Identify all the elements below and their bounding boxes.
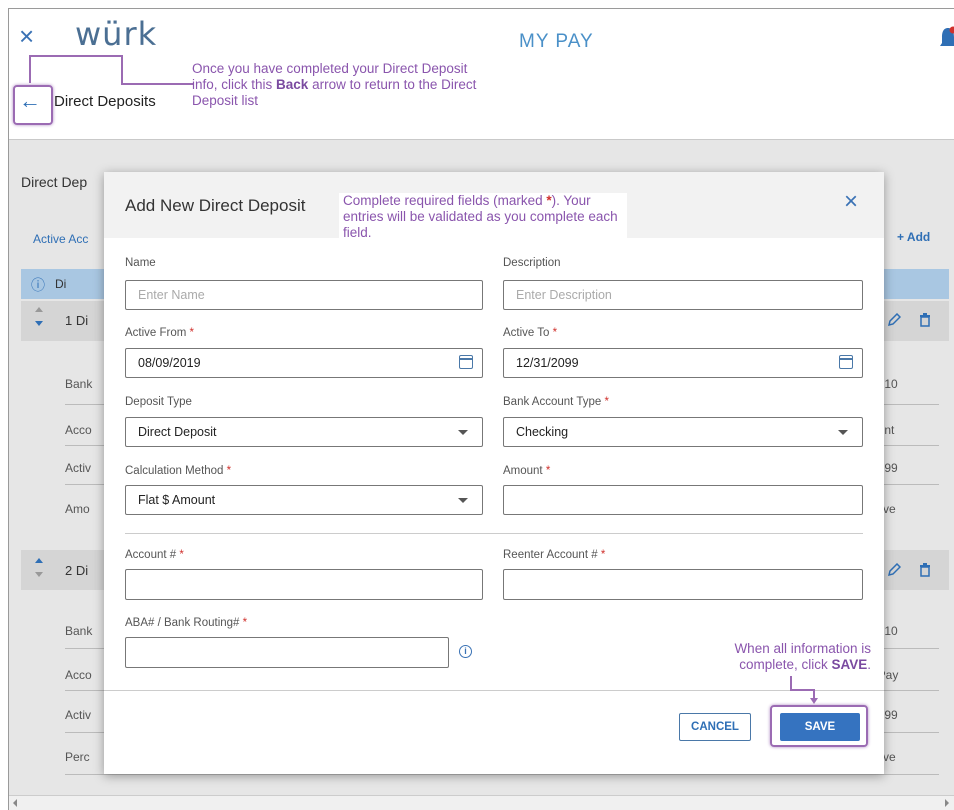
required-fields-annotation: Complete required fields (marked *). You… bbox=[339, 193, 627, 241]
annotation-line bbox=[790, 689, 814, 691]
edit-icon[interactable] bbox=[887, 563, 901, 577]
active-from-input[interactable]: 08/09/2019 bbox=[125, 348, 483, 378]
chevron-down-icon[interactable] bbox=[458, 498, 468, 503]
account-number-input[interactable] bbox=[125, 569, 483, 600]
wurk-logo: würk bbox=[75, 15, 157, 53]
calendar-icon[interactable] bbox=[839, 355, 853, 369]
account-number-label: Account # * bbox=[125, 549, 184, 561]
amount-label: Amount * bbox=[503, 465, 550, 477]
back-arrow-icon[interactable]: ← bbox=[19, 89, 41, 113]
name-placeholder: Enter Name bbox=[138, 288, 205, 302]
sort-down-icon[interactable] bbox=[35, 321, 43, 326]
detail-label: Acco bbox=[65, 668, 92, 682]
notification-bell-icon[interactable] bbox=[939, 25, 954, 53]
active-to-input[interactable]: 12/31/2099 bbox=[503, 348, 863, 378]
bank-account-type-value: Checking bbox=[516, 425, 568, 439]
description-placeholder: Enter Description bbox=[516, 288, 612, 302]
form-divider bbox=[125, 533, 863, 534]
bank-account-type-select[interactable]: Checking bbox=[503, 417, 863, 447]
detail-label: Perc bbox=[65, 750, 90, 764]
reenter-account-input[interactable] bbox=[503, 569, 863, 600]
add-button[interactable]: + Add bbox=[897, 230, 930, 244]
list-header-label: Di bbox=[55, 277, 66, 291]
bank-account-type-label: Bank Account Type * bbox=[503, 396, 609, 408]
deposit-type-label: Deposit Type bbox=[125, 396, 192, 408]
calculation-method-select[interactable]: Flat $ Amount bbox=[125, 485, 483, 515]
close-icon[interactable]: × bbox=[19, 23, 34, 49]
routing-number-input[interactable] bbox=[125, 637, 449, 668]
deposit-type-select[interactable]: Direct Deposit bbox=[125, 417, 483, 447]
active-to-label: Active To * bbox=[503, 327, 557, 339]
chevron-down-icon[interactable] bbox=[458, 430, 468, 435]
sort-up-icon[interactable] bbox=[35, 558, 43, 563]
calculation-method-label: Calculation Method * bbox=[125, 465, 231, 477]
active-from-value: 08/09/2019 bbox=[138, 356, 201, 370]
active-to-value: 12/31/2099 bbox=[516, 356, 579, 370]
save-annotation: When all information is complete, click … bbox=[701, 641, 871, 673]
calculation-method-value: Flat $ Amount bbox=[138, 493, 215, 507]
app-header: × würk MY PAY ← Direct Deposits Once you… bbox=[9, 9, 954, 140]
detail-label: Amo bbox=[65, 502, 90, 516]
info-icon: ⓘ bbox=[31, 275, 45, 295]
description-label: Description bbox=[503, 257, 561, 269]
routing-info-icon[interactable]: i bbox=[459, 645, 472, 658]
sort-down-icon[interactable] bbox=[35, 572, 43, 577]
tab-active-accounts[interactable]: Active Acc bbox=[33, 232, 88, 246]
active-from-label: Active From * bbox=[125, 327, 194, 339]
detail-label: Acco bbox=[65, 423, 92, 437]
edit-icon[interactable] bbox=[887, 313, 901, 327]
description-input[interactable]: Enter Description bbox=[503, 280, 863, 310]
detail-label: Bank bbox=[65, 624, 92, 638]
dialog-close-icon[interactable]: × bbox=[844, 190, 858, 214]
reenter-account-label: Reenter Account # * bbox=[503, 549, 605, 561]
sort-up-icon[interactable] bbox=[35, 307, 43, 312]
calendar-icon[interactable] bbox=[459, 355, 473, 369]
annotation-line bbox=[29, 55, 31, 83]
annotation-line bbox=[790, 676, 792, 690]
name-input[interactable]: Enter Name bbox=[125, 280, 483, 310]
save-button[interactable]: SAVE bbox=[780, 713, 860, 741]
annotation-line bbox=[121, 55, 123, 85]
detail-label: Activ bbox=[65, 708, 91, 722]
scroll-right-icon[interactable] bbox=[945, 799, 949, 807]
list-item-label: 1 Di bbox=[65, 313, 88, 328]
delete-icon[interactable] bbox=[919, 312, 931, 327]
annotation-line bbox=[121, 83, 193, 85]
back-annotation: Once you have completed your Direct Depo… bbox=[192, 61, 492, 109]
section-title: Direct Dep bbox=[21, 174, 87, 190]
annotation-line bbox=[29, 55, 123, 57]
chevron-down-icon[interactable] bbox=[838, 430, 848, 435]
add-direct-deposit-dialog: Add New Direct Deposit × Name Enter Name… bbox=[104, 172, 884, 774]
horizontal-scrollbar[interactable] bbox=[9, 795, 954, 810]
dialog-title: Add New Direct Deposit bbox=[125, 196, 305, 216]
scroll-left-icon[interactable] bbox=[13, 799, 17, 807]
page-title: Direct Deposits bbox=[54, 93, 156, 110]
annotation-arrow-icon bbox=[810, 698, 818, 704]
detail-label: Bank bbox=[65, 377, 92, 391]
detail-label: Activ bbox=[65, 461, 91, 475]
deposit-type-value: Direct Deposit bbox=[138, 425, 217, 439]
app-title: MY PAY bbox=[519, 31, 594, 53]
app-window: × würk MY PAY ← Direct Deposits Once you… bbox=[8, 8, 954, 810]
footer-divider bbox=[104, 690, 884, 691]
amount-input[interactable] bbox=[503, 485, 863, 515]
cancel-button[interactable]: CANCEL bbox=[679, 713, 751, 741]
name-label: Name bbox=[125, 257, 156, 269]
routing-number-label: ABA# / Bank Routing# * bbox=[125, 617, 247, 629]
list-item-label: 2 Di bbox=[65, 563, 88, 578]
delete-icon[interactable] bbox=[919, 562, 931, 577]
